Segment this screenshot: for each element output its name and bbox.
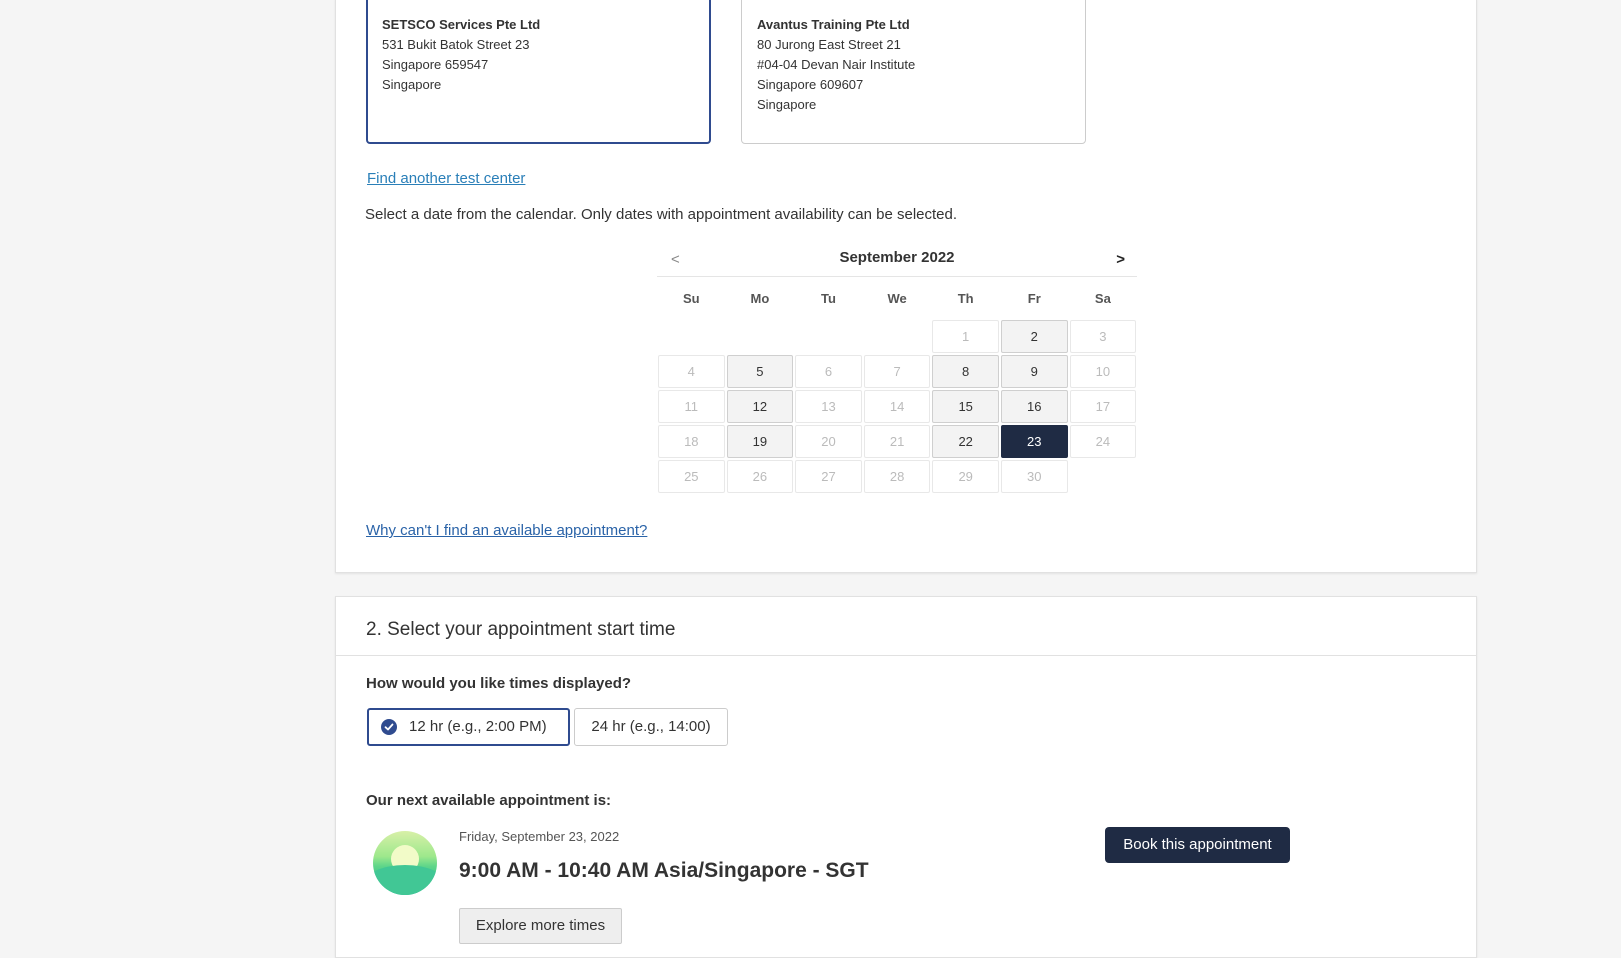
weekday-label: Fr: [1027, 291, 1041, 306]
time-format-24hr-option[interactable]: 24 hr (e.g., 14:00): [574, 708, 728, 746]
calendar-day-5[interactable]: 5: [726, 355, 794, 388]
weekday-label: Su: [682, 291, 700, 306]
start-time-card: 2. Select your appointment start time Ho…: [335, 596, 1477, 958]
weekday-label: Th: [957, 291, 974, 306]
calendar-day-26: 26: [726, 460, 794, 493]
calendar-instruction: Select a date from the calendar. Only da…: [365, 206, 958, 223]
test-center-address-line: Singapore 609607: [757, 77, 864, 92]
calendar-day-25: 25: [658, 460, 725, 493]
explore-more-times-button[interactable]: Explore more times: [459, 908, 622, 944]
time-format-question: How would you like times displayed?: [366, 675, 632, 692]
calendar-day-11: 11: [658, 390, 725, 423]
calendar-header: < September 2022 >: [657, 240, 1137, 277]
weekday-label: We: [887, 291, 907, 306]
calendar-day-18: 18: [658, 425, 725, 458]
calendar-day-10: 10: [1069, 355, 1137, 388]
test-center-option-setsco[interactable]: SETSCO Services Pte Ltd 531 Bukit Batok …: [366, 0, 711, 144]
appointment-time-range: 9:00 AM - 10:40 AM Asia/Singapore - SGT: [459, 859, 869, 882]
section-title: 2. Select your appointment start time: [366, 619, 676, 640]
calendar-day-24: 24: [1069, 425, 1137, 458]
calendar-day-28: 28: [863, 460, 931, 493]
calendar-day-30: 30: [1000, 460, 1068, 493]
check-circle-icon: [381, 719, 397, 735]
test-center-address-line: Singapore 659547: [382, 57, 489, 72]
hill-shape: [373, 865, 437, 895]
section-divider: [336, 655, 1476, 656]
calendar-weekday-row: Su Mo Tu We Th Fr Sa: [657, 287, 1137, 319]
calendar-day-13: 13: [795, 390, 862, 423]
calendar-day-17: 17: [1069, 390, 1137, 423]
calendar-day-9[interactable]: 9: [1000, 355, 1068, 388]
test-center-address-line: 531 Bukit Batok Street 23: [382, 37, 530, 52]
next-available-label: Our next available appointment is:: [366, 792, 612, 809]
weekday-label: Mo: [750, 291, 770, 306]
test-center-address-line: Singapore: [757, 97, 817, 112]
calendar-day-15[interactable]: 15: [932, 390, 999, 423]
calendar-day-6: 6: [795, 355, 862, 388]
test-center-address-line: Singapore: [382, 77, 442, 92]
calendar-day-22[interactable]: 22: [932, 425, 999, 458]
calendar-blank-cell: [658, 320, 725, 353]
time-format-12hr-option[interactable]: 12 hr (e.g., 2:00 PM): [367, 708, 570, 746]
test-center-address-line: #04-04 Devan Nair Institute: [757, 57, 916, 72]
calendar-blank-cell: [864, 320, 931, 353]
test-center-option-avantus[interactable]: Avantus Training Pte Ltd 80 Jurong East …: [741, 0, 1086, 144]
find-another-test-center-link[interactable]: Find another test center: [367, 170, 525, 187]
time-format-12hr-label: 12 hr (e.g., 2:00 PM): [409, 718, 547, 735]
book-appointment-button[interactable]: Book this appointment: [1105, 827, 1290, 863]
calendar-day-grid: 1 2 3 4 5 6 7 8 9 10 11 12 13 14 15 16 17 18 19 20 21 22 23 24 2…: [657, 319, 1137, 494]
why-no-appointment-link[interactable]: Why can't I find an available appointmen…: [366, 522, 647, 539]
calendar-day-4: 4: [658, 355, 725, 388]
weekday-label: Tu: [821, 291, 836, 306]
calendar-day-23[interactable]: 23: [1000, 425, 1068, 458]
calendar-month-title: September 2022: [839, 249, 955, 266]
test-center-address-line: 80 Jurong East Street 21: [757, 37, 901, 52]
calendar-blank-cell: [727, 320, 794, 353]
calendar-day-29: 29: [932, 460, 999, 493]
calendar-day-20: 20: [795, 425, 862, 458]
calendar-day-3: 3: [1069, 320, 1137, 353]
appointment-sunrise-illustration: [373, 831, 437, 895]
calendar-day-2[interactable]: 2: [1000, 320, 1068, 353]
calendar-day-27: 27: [795, 460, 862, 493]
calendar-day-19[interactable]: 19: [726, 425, 794, 458]
next-month-button[interactable]: >: [1116, 251, 1125, 268]
calendar-day-7: 7: [863, 355, 931, 388]
test-center-name: Avantus Training Pte Ltd: [757, 17, 910, 32]
calendar-blank-cell: [795, 320, 862, 353]
time-format-24hr-label: 24 hr (e.g., 14:00): [591, 718, 711, 735]
test-center-name: SETSCO Services Pte Ltd: [382, 17, 541, 32]
calendar-day-21: 21: [863, 425, 931, 458]
calendar-day-16[interactable]: 16: [1000, 390, 1068, 423]
appointment-calendar: < September 2022 > Su Mo Tu We Th Fr Sa …: [657, 240, 1137, 494]
calendar-day-14: 14: [863, 390, 931, 423]
calendar-day-12[interactable]: 12: [726, 390, 794, 423]
calendar-day-8[interactable]: 8: [932, 355, 999, 388]
weekday-label: Sa: [1094, 291, 1111, 306]
calendar-day-1: 1: [932, 320, 999, 353]
appointment-date: Friday, September 23, 2022: [459, 829, 620, 844]
